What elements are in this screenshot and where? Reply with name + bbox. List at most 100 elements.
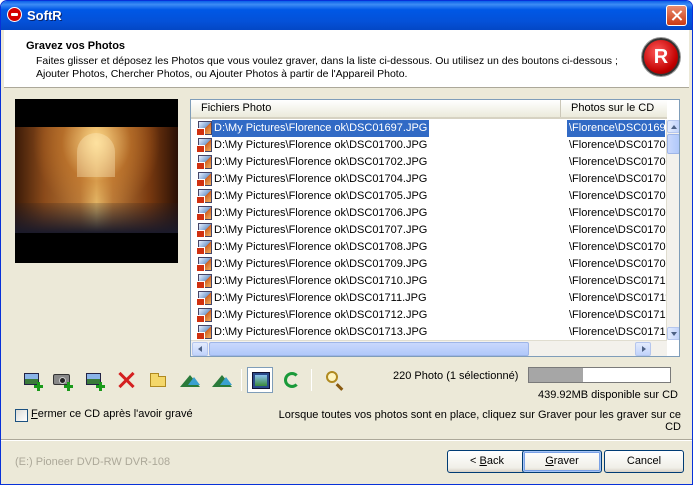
toolbar-separator [311, 369, 312, 391]
preview-button[interactable] [321, 367, 347, 393]
list-item[interactable]: D:\My Pictures\Florence ok\DSC01705.JPG \… [191, 188, 667, 205]
photo-toolbar [15, 365, 355, 395]
softr-logo: R [642, 38, 680, 76]
rotate-right-icon [212, 375, 232, 387]
arrow-down-icon [671, 332, 677, 336]
list-item[interactable]: D:\My Pictures\Florence ok\DSC01702.JPG \… [191, 154, 667, 171]
preview-icon [326, 371, 338, 383]
delete-icon [117, 370, 135, 390]
refresh-button[interactable] [279, 367, 305, 393]
list-item[interactable]: D:\My Pictures\Florence ok\DSC01704.JPG \… [191, 171, 667, 188]
refresh-icon [284, 372, 300, 388]
cd-path: \Florence\DSC01710 [569, 275, 667, 287]
cd-path: \Florence\DSC01697 [567, 120, 665, 137]
arrow-right-icon [642, 346, 646, 352]
footer-divider [1, 439, 692, 441]
list-item[interactable]: D:\My Pictures\Florence ok\DSC01712.JPG \… [191, 307, 667, 324]
photo-count: 220 Photo (1 sélectionné) [393, 370, 519, 382]
file-path: D:\My Pictures\Florence ok\DSC01704.JPG [214, 173, 428, 185]
back-button[interactable]: < Back [447, 450, 527, 473]
file-path: D:\My Pictures\Florence ok\DSC01700.JPG [214, 139, 428, 151]
list-item[interactable]: D:\My Pictures\Florence ok\DSC01708.JPG \… [191, 239, 667, 256]
horizontal-scroll-thumb[interactable] [209, 342, 529, 356]
cd-usage-fill [529, 368, 583, 382]
jpg-file-icon [196, 308, 212, 323]
drive-label: (E:) Pioneer DVD-RW DVR-108 [15, 456, 171, 468]
list-item[interactable]: D:\My Pictures\Florence ok\DSC01710.JPG \… [191, 273, 667, 290]
delete-button[interactable] [113, 367, 139, 393]
file-path: D:\My Pictures\Florence ok\DSC01706.JPG [214, 207, 428, 219]
burn-hint: Lorsque toutes vos photos sont en place,… [278, 409, 681, 433]
cancel-button[interactable]: Cancel [604, 450, 684, 473]
list-item[interactable]: D:\My Pictures\Florence ok\DSC01700.JPG \… [191, 137, 667, 154]
photo-list[interactable]: Fichiers Photo Photos sur le CD D:\My Pi… [190, 99, 680, 357]
plus-icon [34, 382, 43, 391]
cd-path: \Florence\DSC01707 [569, 224, 667, 236]
plus-icon [64, 382, 73, 391]
file-path: D:\My Pictures\Florence ok\DSC01702.JPG [214, 156, 428, 168]
app-icon [7, 7, 22, 22]
cd-path: \Florence\DSC01702 [569, 156, 667, 168]
jpg-file-icon [196, 189, 212, 204]
logo-letter: R [653, 46, 669, 68]
column-header-files[interactable]: Fichiers Photo [191, 100, 561, 117]
jpg-file-icon [196, 291, 212, 306]
title-bar[interactable]: SoftR [1, 1, 692, 30]
list-item[interactable]: D:\My Pictures\Florence ok\DSC01709.JPG \… [191, 256, 667, 273]
vertical-scrollbar[interactable] [666, 120, 679, 340]
search-photos-button[interactable] [81, 367, 107, 393]
add-photos-button[interactable] [19, 367, 45, 393]
list-header: Fichiers Photo Photos sur le CD [191, 100, 667, 119]
jpg-file-icon [196, 274, 212, 289]
rotate-right-button[interactable] [209, 367, 235, 393]
page-description: Faites glisser et déposez les Photos que… [36, 55, 618, 80]
file-path: D:\My Pictures\Florence ok\DSC01713.JPG [214, 326, 428, 338]
burn-button[interactable]: Graver [522, 450, 602, 473]
file-path: D:\My Pictures\Florence ok\DSC01709.JPG [214, 258, 428, 270]
add-from-camera-button[interactable] [49, 367, 75, 393]
scroll-down-button[interactable] [667, 327, 679, 340]
list-item[interactable]: D:\My Pictures\Florence ok\DSC01697.JPG \… [191, 120, 667, 137]
cd-usage-bar [528, 367, 671, 383]
list-item[interactable]: D:\My Pictures\Florence ok\DSC01713.JPG \… [191, 324, 667, 340]
jpg-file-icon [196, 155, 212, 170]
view-toggle-button[interactable] [247, 367, 273, 393]
list-item[interactable]: D:\My Pictures\Florence ok\DSC01711.JPG \… [191, 290, 667, 307]
file-path: D:\My Pictures\Florence ok\DSC01697.JPG [212, 120, 430, 137]
column-header-cd[interactable]: Photos sur le CD [561, 100, 671, 117]
scroll-up-button[interactable] [667, 120, 679, 133]
horizontal-scrollbar[interactable] [191, 340, 667, 356]
cd-path: \Florence\DSC01700 [569, 139, 667, 151]
jpg-file-icon [196, 121, 212, 136]
jpg-file-icon [196, 240, 212, 255]
jpg-file-icon [196, 257, 212, 272]
jpg-file-icon [196, 172, 212, 187]
arrow-up-icon [671, 125, 677, 129]
file-path: D:\My Pictures\Florence ok\DSC01712.JPG [214, 309, 428, 321]
file-path: D:\My Pictures\Florence ok\DSC01707.JPG [214, 224, 428, 236]
arrow-left-icon [198, 346, 202, 352]
view-icon [252, 372, 270, 389]
page-title: Gravez vos Photos [26, 40, 126, 52]
new-folder-icon [150, 373, 166, 387]
plus-icon [96, 382, 105, 391]
file-path: D:\My Pictures\Florence ok\DSC01708.JPG [214, 241, 428, 253]
cd-path: \Florence\DSC01713 [569, 326, 667, 338]
file-path: D:\My Pictures\Florence ok\DSC01711.JPG [214, 292, 427, 304]
close-button[interactable] [666, 5, 687, 26]
list-item[interactable]: D:\My Pictures\Florence ok\DSC01707.JPG \… [191, 222, 667, 239]
file-path: D:\My Pictures\Florence ok\DSC01710.JPG [214, 275, 428, 287]
eject-checkbox-label[interactable]: Fermer ce CD après l'avoir gravé [31, 408, 193, 420]
rotate-left-icon [180, 375, 200, 387]
cd-path: \Florence\DSC01704 [569, 173, 667, 185]
vertical-scroll-thumb[interactable] [667, 134, 679, 154]
jpg-file-icon [196, 325, 212, 340]
new-folder-button[interactable] [145, 367, 171, 393]
list-item[interactable]: D:\My Pictures\Florence ok\DSC01706.JPG \… [191, 205, 667, 222]
cd-path: \Florence\DSC01712 [569, 309, 667, 321]
eject-checkbox[interactable] [15, 409, 28, 422]
photo-preview [15, 99, 178, 263]
scroll-left-button[interactable] [192, 342, 208, 356]
rotate-left-button[interactable] [177, 367, 203, 393]
scroll-right-button[interactable] [635, 342, 651, 356]
